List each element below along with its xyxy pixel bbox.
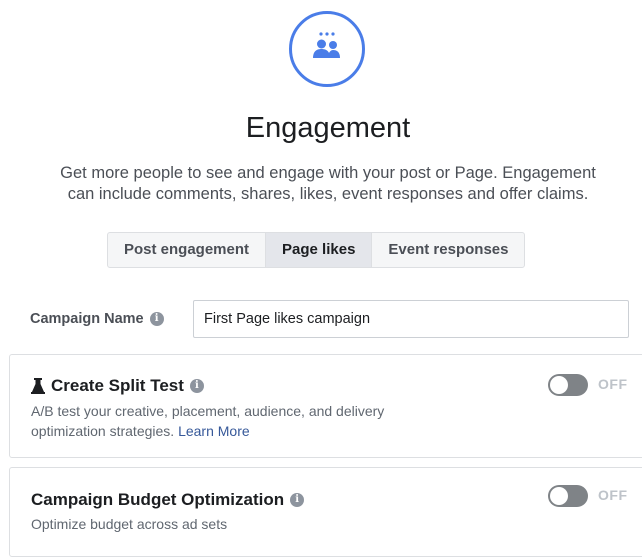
tab-page-likes[interactable]: Page likes: [266, 233, 373, 267]
objective-icon-circle: [289, 11, 365, 87]
campaign-name-input[interactable]: [193, 300, 629, 338]
description-text: optimization strategies.: [31, 423, 175, 439]
description-line: can include comments, shares, likes, eve…: [67, 185, 589, 203]
info-icon[interactable]: i: [149, 312, 164, 326]
objective-title: Engagement: [245, 112, 411, 144]
description-line: optimization strategies. Learn More: [31, 421, 501, 441]
description-line: Get more people to see and engage with y…: [60, 164, 596, 182]
info-icon[interactable]: i: [290, 493, 305, 507]
description-line: A/B test your creative, placement, audie…: [31, 403, 385, 419]
info-icon[interactable]: i: [189, 379, 204, 393]
campaign-name-label-text: Campaign Name: [30, 311, 144, 327]
split-test-toggle[interactable]: [548, 374, 588, 396]
toggle-knob: [550, 487, 568, 505]
split-test-title: Create Split Test i: [31, 376, 204, 396]
tab-event-responses[interactable]: Event responses: [372, 233, 524, 267]
tab-post-engagement[interactable]: Post engagement: [108, 233, 267, 267]
split-test-toggle-state: OFF: [598, 376, 628, 392]
people-group-icon: [313, 32, 340, 58]
budget-optimization-toggle-state: OFF: [598, 487, 628, 503]
split-test-description: A/B test your creative, placement, audie…: [31, 401, 501, 441]
campaign-name-label: Campaign Name i: [30, 311, 164, 327]
toggle-knob: [550, 376, 568, 394]
split-test-title-text: Create Split Test: [51, 376, 184, 395]
flask-icon: [31, 378, 45, 394]
budget-optimization-title-text: Campaign Budget Optimization: [31, 490, 285, 509]
split-test-card: Create Split Test i A/B test your creati…: [9, 354, 642, 458]
objective-tabs: Post engagement Page likes Event respons…: [107, 232, 526, 268]
budget-optimization-card: Campaign Budget Optimization i Optimize …: [9, 467, 642, 557]
budget-optimization-title: Campaign Budget Optimization i: [31, 490, 305, 510]
learn-more-link[interactable]: Learn More: [178, 423, 250, 439]
budget-optimization-description: Optimize budget across ad sets: [31, 516, 228, 532]
budget-optimization-toggle[interactable]: [548, 485, 588, 507]
objective-description: Get more people to see and engage with y…: [8, 163, 642, 205]
